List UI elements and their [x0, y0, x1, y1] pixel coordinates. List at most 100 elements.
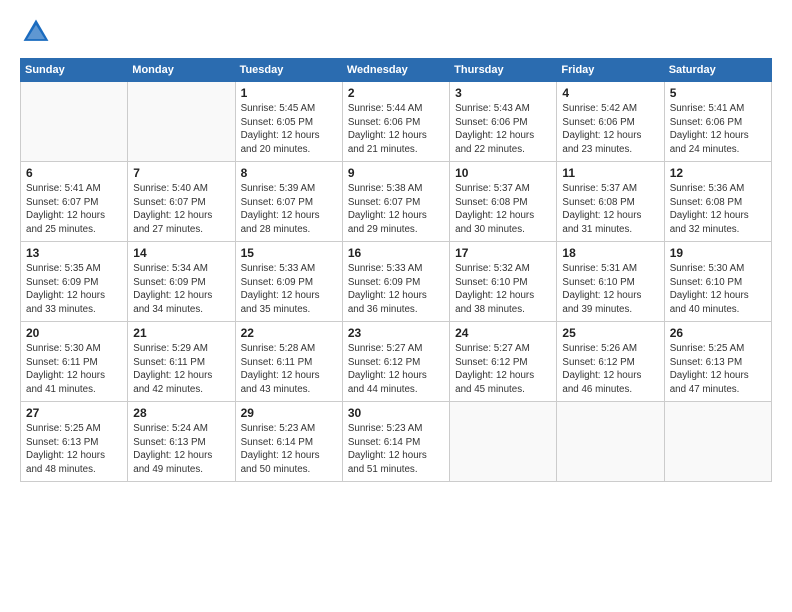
day-number: 18: [562, 246, 658, 260]
day-info: Sunrise: 5:39 AM Sunset: 6:07 PM Dayligh…: [241, 182, 337, 237]
calendar-cell: 22Sunrise: 5:28 AM Sunset: 6:11 PM Dayli…: [235, 322, 342, 402]
calendar-cell: 17Sunrise: 5:32 AM Sunset: 6:10 PM Dayli…: [450, 242, 557, 322]
calendar-cell: [557, 402, 664, 482]
calendar-header-monday: Monday: [128, 59, 235, 82]
day-info: Sunrise: 5:26 AM Sunset: 6:12 PM Dayligh…: [562, 342, 658, 397]
day-info: Sunrise: 5:33 AM Sunset: 6:09 PM Dayligh…: [241, 262, 337, 317]
day-info: Sunrise: 5:45 AM Sunset: 6:05 PM Dayligh…: [241, 102, 337, 157]
calendar-table: SundayMondayTuesdayWednesdayThursdayFrid…: [20, 58, 772, 482]
day-number: 12: [670, 166, 766, 180]
day-info: Sunrise: 5:33 AM Sunset: 6:09 PM Dayligh…: [348, 262, 444, 317]
day-number: 14: [133, 246, 229, 260]
day-info: Sunrise: 5:41 AM Sunset: 6:07 PM Dayligh…: [26, 182, 122, 237]
calendar-cell: 14 Sunrise: 5:34 AM Sunset: 6:09 PM Dayli…: [128, 242, 235, 322]
calendar-cell: 3 Sunrise: 5:43 AM Sunset: 6:06 PM Daylig…: [450, 82, 557, 162]
day-number: 5: [670, 86, 766, 100]
calendar-body: 1 Sunrise: 5:45 AM Sunset: 6:05 PM Daylig…: [21, 82, 772, 482]
calendar-cell: 25 Sunrise: 5:26 AM Sunset: 6:12 PM Dayli…: [557, 322, 664, 402]
day-info: Sunrise: 5:37 AM Sunset: 6:08 PM Dayligh…: [455, 182, 551, 237]
day-number: 21: [133, 326, 229, 340]
day-number: 19: [670, 246, 766, 260]
day-number: 23: [348, 326, 444, 340]
calendar-header-friday: Friday: [557, 59, 664, 82]
day-number: 26: [670, 326, 766, 340]
day-info: Sunrise: 5:25 AM Sunset: 6:13 PM Dayligh…: [26, 422, 122, 477]
day-info: Sunrise: 5:24 AM Sunset: 6:13 PM Dayligh…: [133, 422, 229, 477]
day-info: Sunrise: 5:37 AM Sunset: 6:08 PM Dayligh…: [562, 182, 658, 237]
day-info: Sunrise: 5:35 AM Sunset: 6:09 PM Dayligh…: [26, 262, 122, 317]
calendar-cell: 2Sunrise: 5:44 AM Sunset: 6:06 PM Daylig…: [342, 82, 449, 162]
day-number: 25: [562, 326, 658, 340]
day-number: 10: [455, 166, 551, 180]
calendar-cell: 1 Sunrise: 5:45 AM Sunset: 6:05 PM Daylig…: [235, 82, 342, 162]
day-info: Sunrise: 5:27 AM Sunset: 6:12 PM Dayligh…: [348, 342, 444, 397]
day-info: Sunrise: 5:40 AM Sunset: 6:07 PM Dayligh…: [133, 182, 229, 237]
calendar-cell: 4Sunrise: 5:42 AM Sunset: 6:06 PM Daylig…: [557, 82, 664, 162]
calendar-week-3: 13 Sunrise: 5:35 AM Sunset: 6:09 PM Dayli…: [21, 242, 772, 322]
day-number: 24: [455, 326, 551, 340]
calendar-header-sunday: Sunday: [21, 59, 128, 82]
calendar-cell: 20 Sunrise: 5:30 AM Sunset: 6:11 PM Dayli…: [21, 322, 128, 402]
day-number: 22: [241, 326, 337, 340]
day-info: Sunrise: 5:29 AM Sunset: 6:11 PM Dayligh…: [133, 342, 229, 397]
day-info: Sunrise: 5:36 AM Sunset: 6:08 PM Dayligh…: [670, 182, 766, 237]
calendar-cell: 26Sunrise: 5:25 AM Sunset: 6:13 PM Dayli…: [664, 322, 771, 402]
calendar-cell: 13 Sunrise: 5:35 AM Sunset: 6:09 PM Dayli…: [21, 242, 128, 322]
day-number: 28: [133, 406, 229, 420]
day-number: 1: [241, 86, 337, 100]
calendar-cell: 30 Sunrise: 5:23 AM Sunset: 6:14 PM Dayli…: [342, 402, 449, 482]
day-number: 20: [26, 326, 122, 340]
calendar-cell: [128, 82, 235, 162]
calendar-header-tuesday: Tuesday: [235, 59, 342, 82]
day-number: 8: [241, 166, 337, 180]
calendar-week-4: 20 Sunrise: 5:30 AM Sunset: 6:11 PM Dayli…: [21, 322, 772, 402]
calendar-cell: [450, 402, 557, 482]
calendar-header-saturday: Saturday: [664, 59, 771, 82]
calendar-cell: 23 Sunrise: 5:27 AM Sunset: 6:12 PM Dayli…: [342, 322, 449, 402]
day-info: Sunrise: 5:23 AM Sunset: 6:14 PM Dayligh…: [241, 422, 337, 477]
calendar-cell: 8 Sunrise: 5:39 AM Sunset: 6:07 PM Daylig…: [235, 162, 342, 242]
calendar-cell: 21 Sunrise: 5:29 AM Sunset: 6:11 PM Dayli…: [128, 322, 235, 402]
calendar-cell: 27Sunrise: 5:25 AM Sunset: 6:13 PM Dayli…: [21, 402, 128, 482]
calendar-cell: 6 Sunrise: 5:41 AM Sunset: 6:07 PM Daylig…: [21, 162, 128, 242]
day-info: Sunrise: 5:41 AM Sunset: 6:06 PM Dayligh…: [670, 102, 766, 157]
logo: [20, 16, 54, 48]
day-info: Sunrise: 5:38 AM Sunset: 6:07 PM Dayligh…: [348, 182, 444, 237]
day-number: 16: [348, 246, 444, 260]
day-info: Sunrise: 5:30 AM Sunset: 6:10 PM Dayligh…: [670, 262, 766, 317]
day-number: 13: [26, 246, 122, 260]
header: [20, 16, 772, 48]
logo-icon: [20, 16, 52, 48]
day-info: Sunrise: 5:30 AM Sunset: 6:11 PM Dayligh…: [26, 342, 122, 397]
day-info: Sunrise: 5:27 AM Sunset: 6:12 PM Dayligh…: [455, 342, 551, 397]
day-number: 9: [348, 166, 444, 180]
calendar-cell: 15 Sunrise: 5:33 AM Sunset: 6:09 PM Dayli…: [235, 242, 342, 322]
calendar-cell: 7Sunrise: 5:40 AM Sunset: 6:07 PM Daylig…: [128, 162, 235, 242]
day-number: 17: [455, 246, 551, 260]
calendar-cell: 12 Sunrise: 5:36 AM Sunset: 6:08 PM Dayli…: [664, 162, 771, 242]
day-info: Sunrise: 5:34 AM Sunset: 6:09 PM Dayligh…: [133, 262, 229, 317]
day-info: Sunrise: 5:31 AM Sunset: 6:10 PM Dayligh…: [562, 262, 658, 317]
calendar-cell: 16 Sunrise: 5:33 AM Sunset: 6:09 PM Dayli…: [342, 242, 449, 322]
day-info: Sunrise: 5:42 AM Sunset: 6:06 PM Dayligh…: [562, 102, 658, 157]
calendar-cell: 9 Sunrise: 5:38 AM Sunset: 6:07 PM Daylig…: [342, 162, 449, 242]
calendar-cell: [21, 82, 128, 162]
calendar-cell: 18 Sunrise: 5:31 AM Sunset: 6:10 PM Dayli…: [557, 242, 664, 322]
calendar-cell: 11 Sunrise: 5:37 AM Sunset: 6:08 PM Dayli…: [557, 162, 664, 242]
calendar-cell: 10 Sunrise: 5:37 AM Sunset: 6:08 PM Dayli…: [450, 162, 557, 242]
calendar-header-thursday: Thursday: [450, 59, 557, 82]
day-number: 6: [26, 166, 122, 180]
day-number: 3: [455, 86, 551, 100]
calendar-header-row: SundayMondayTuesdayWednesdayThursdayFrid…: [21, 59, 772, 82]
calendar-header-wednesday: Wednesday: [342, 59, 449, 82]
day-number: 15: [241, 246, 337, 260]
day-number: 11: [562, 166, 658, 180]
calendar-week-2: 6 Sunrise: 5:41 AM Sunset: 6:07 PM Daylig…: [21, 162, 772, 242]
day-number: 30: [348, 406, 444, 420]
calendar-cell: [664, 402, 771, 482]
calendar-cell: 29Sunrise: 5:23 AM Sunset: 6:14 PM Dayli…: [235, 402, 342, 482]
day-info: Sunrise: 5:23 AM Sunset: 6:14 PM Dayligh…: [348, 422, 444, 477]
calendar-cell: 28 Sunrise: 5:24 AM Sunset: 6:13 PM Dayli…: [128, 402, 235, 482]
day-info: Sunrise: 5:44 AM Sunset: 6:06 PM Dayligh…: [348, 102, 444, 157]
day-info: Sunrise: 5:43 AM Sunset: 6:06 PM Dayligh…: [455, 102, 551, 157]
